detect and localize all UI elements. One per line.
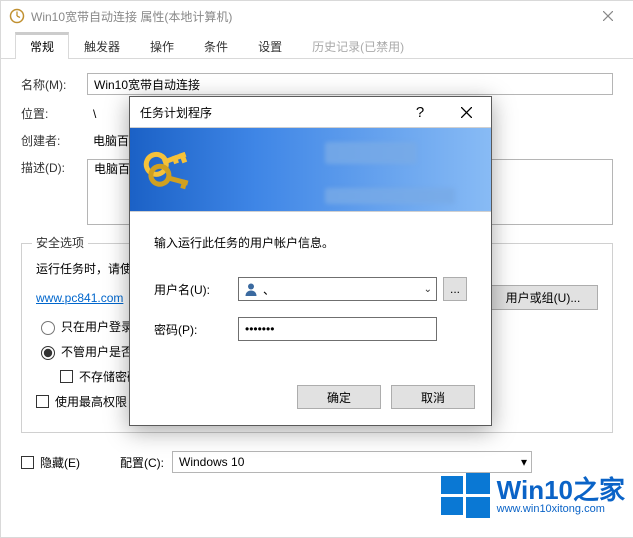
radio-any-user[interactable] [41, 346, 55, 360]
keys-icon [140, 140, 200, 200]
ok-button[interactable]: 确定 [297, 385, 381, 409]
tab-general[interactable]: 常规 [15, 32, 69, 59]
browse-user-button[interactable]: ... [443, 277, 467, 301]
tab-triggers[interactable]: 触发器 [69, 32, 135, 59]
run-as-label: 运行任务时，请使 [36, 260, 132, 277]
window-title: Win10宽带自动连接 属性(本地计算机) [31, 8, 585, 25]
person-icon [243, 281, 259, 297]
tab-label: 触发器 [84, 40, 120, 54]
task-scheduler-icon [9, 8, 25, 24]
change-user-button[interactable]: 用户或组(U)... [488, 285, 598, 310]
tab-conditions[interactable]: 条件 [189, 32, 243, 59]
name-label: 名称(M): [21, 76, 87, 93]
dialog-title: 任务计划程序 [140, 104, 397, 121]
config-select[interactable]: Windows 10 ▾ [172, 451, 532, 473]
password-field[interactable] [238, 317, 437, 341]
tab-label: 常规 [30, 40, 54, 54]
dialog-titlebar: 任务计划程序 ? [130, 97, 491, 127]
radio-only-logged-on[interactable] [41, 321, 55, 335]
banner-blur [325, 142, 417, 164]
tab-label: 设置 [258, 40, 282, 54]
browse-label: ... [450, 282, 460, 296]
dialog-prompt: 输入运行此任务的用户帐户信息。 [154, 234, 467, 251]
checkbox-no-store-password[interactable] [60, 370, 73, 383]
creator-label: 创建者: [21, 132, 87, 149]
close-icon[interactable] [443, 97, 489, 127]
tab-settings[interactable]: 设置 [243, 32, 297, 59]
titlebar: Win10宽带自动连接 属性(本地计算机) [1, 1, 633, 31]
dialog-buttons: 确定 取消 [130, 377, 491, 425]
username-label: 用户名(U): [154, 281, 238, 298]
username-value: 、 [263, 281, 424, 298]
checkbox-hidden[interactable] [21, 456, 34, 469]
tab-strip: 常规 触发器 操作 条件 设置 历史记录(已禁用) [1, 31, 633, 59]
dialog-body: 输入运行此任务的用户帐户信息。 用户名(U): 、 ⌄ ... 密码(P): [130, 212, 491, 377]
tab-label: 操作 [150, 40, 174, 54]
checkbox-hidden-label: 隐藏(E) [40, 454, 80, 471]
username-select[interactable]: 、 ⌄ [238, 277, 437, 301]
name-field[interactable] [87, 73, 613, 95]
config-label: 配置(C): [120, 454, 164, 471]
tab-label: 历史记录(已禁用) [312, 40, 404, 54]
tab-label: 条件 [204, 40, 228, 54]
password-label: 密码(P): [154, 321, 238, 338]
close-icon[interactable] [585, 1, 631, 31]
help-link[interactable]: www.pc841.com [36, 291, 123, 305]
cancel-button[interactable]: 取消 [391, 385, 475, 409]
tab-history[interactable]: 历史记录(已禁用) [297, 32, 419, 59]
banner-blur [325, 188, 455, 204]
checkbox-highest-privileges-label: 使用最高权限 [55, 393, 127, 410]
radio-only-logged-on-label: 只在用户登录 [61, 318, 133, 335]
checkbox-highest-privileges[interactable] [36, 395, 49, 408]
config-value: Windows 10 [179, 455, 244, 469]
credentials-dialog: 任务计划程序 ? 输入运行此任务 [129, 96, 492, 426]
chevron-down-icon: ▾ [521, 455, 527, 469]
description-label: 描述(D): [21, 159, 87, 176]
chevron-down-icon: ⌄ [424, 284, 432, 295]
location-label: 位置: [21, 105, 87, 122]
security-legend: 安全选项 [32, 234, 88, 251]
help-icon[interactable]: ? [397, 97, 443, 127]
tab-actions[interactable]: 操作 [135, 32, 189, 59]
dialog-banner [130, 127, 491, 212]
